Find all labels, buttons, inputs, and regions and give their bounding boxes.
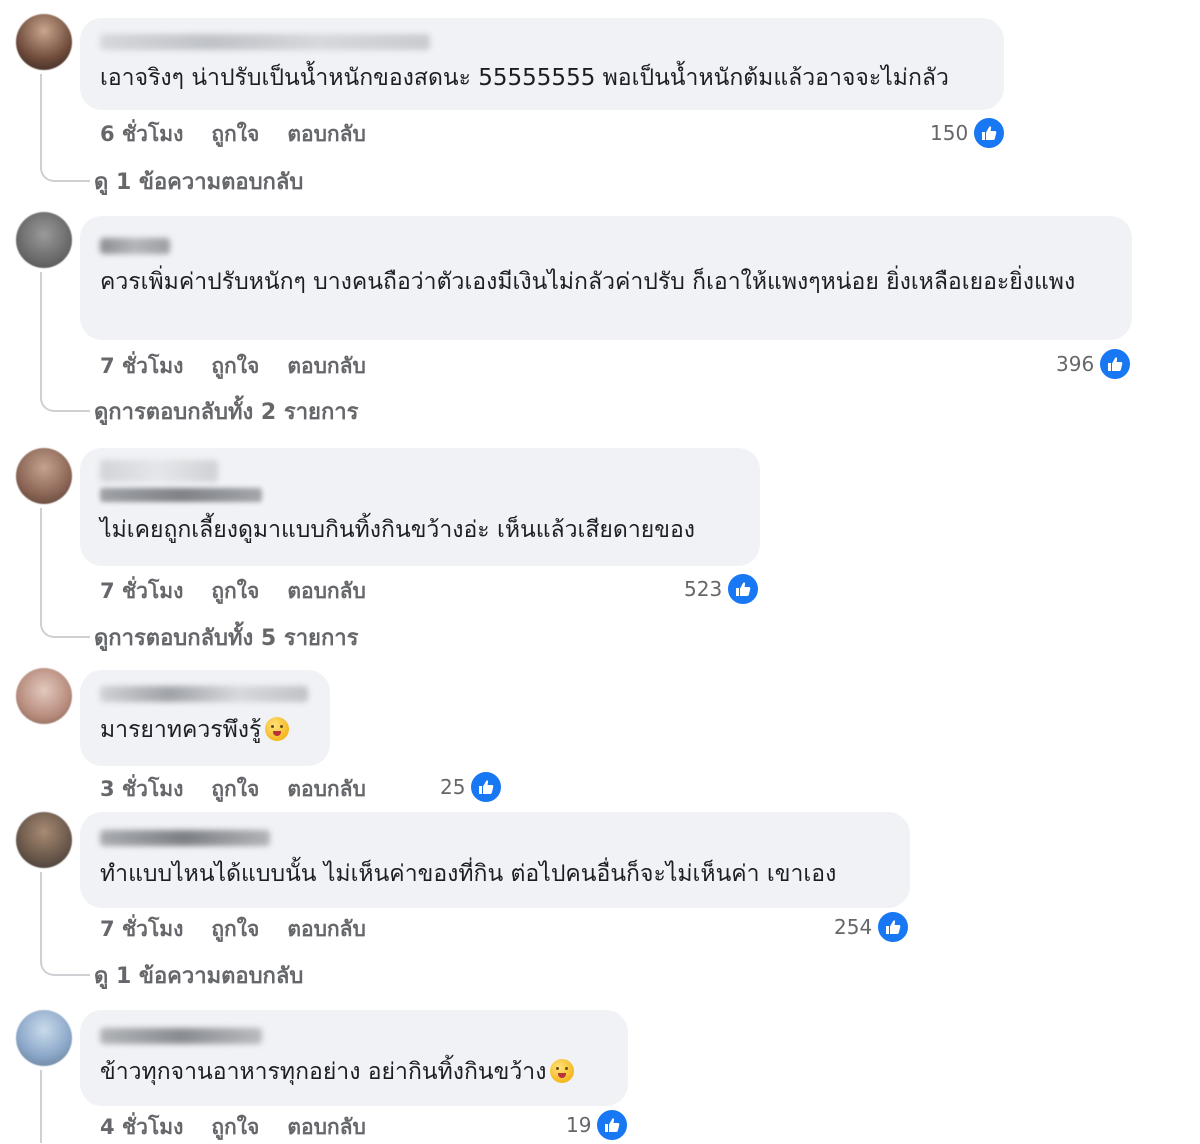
like-icon <box>469 770 504 804</box>
comment-text: ข้าวทุกจานอาหารทุกอย่าง อย่ากินทิ้งกินขว… <box>100 1054 608 1090</box>
thread-connector <box>40 622 90 638</box>
like-icon <box>726 572 761 606</box>
avatar[interactable] <box>16 448 72 504</box>
comment-text: ทำแบบไหนได้แบบนั้น ไม่เห็นค่าของที่กิน ต… <box>100 861 837 887</box>
comment-bubble: ข้าวทุกจานอาหารทุกอย่าง อย่ากินทิ้งกินขว… <box>80 1010 628 1106</box>
thread-connector <box>40 960 90 976</box>
avatar[interactable] <box>16 812 72 868</box>
timestamp-link[interactable]: 7 ชั่วโมง <box>100 575 183 608</box>
like-icon <box>595 1108 630 1142</box>
avatar[interactable] <box>16 668 72 724</box>
like-button[interactable]: ถูกใจ <box>211 773 259 806</box>
timestamp-link[interactable]: 7 ชั่วโมง <box>100 913 183 946</box>
comment-text: เอาจริงๆ น่าปรับเป็นน้ำหนักของสดนะ 55555… <box>100 65 949 91</box>
comment-bubble: มารยาทควรพึงรู้ <box>80 670 330 766</box>
author-name-redacted[interactable] <box>100 460 218 482</box>
author-name-redacted[interactable] <box>100 34 430 50</box>
author-name-redacted[interactable] <box>100 238 170 254</box>
grinning-face-emoji <box>265 717 290 741</box>
reply-button[interactable]: ตอบกลับ <box>287 913 366 946</box>
reaction-count[interactable]: 25 <box>440 770 504 804</box>
like-button[interactable]: ถูกใจ <box>211 575 259 608</box>
avatar[interactable] <box>16 212 72 268</box>
thread-line <box>40 872 42 960</box>
avatar[interactable] <box>16 1010 72 1066</box>
reaction-count[interactable]: 254 <box>834 910 911 944</box>
view-replies-link[interactable]: ดู 1 ข้อความตอบกลับ <box>94 164 303 199</box>
reply-button[interactable]: ตอบกลับ <box>287 1111 366 1144</box>
thread-line <box>40 272 42 396</box>
reaction-count-value: 19 <box>566 1113 592 1137</box>
comment-actions: 6 ชั่วโมง ถูกใจ ตอบกลับ <box>100 118 366 151</box>
comment-actions: 7 ชั่วโมง ถูกใจ ตอบกลับ <box>100 575 366 608</box>
like-icon <box>972 116 1007 150</box>
reaction-count[interactable]: 396 <box>1056 347 1133 381</box>
reaction-count[interactable]: 523 <box>684 572 761 606</box>
reaction-count-value: 523 <box>684 577 723 601</box>
reply-button[interactable]: ตอบกลับ <box>287 350 366 383</box>
author-name-redacted[interactable] <box>100 686 308 702</box>
comment-bubble: ไม่เคยถูกเลี้ยงดูมาแบบกินทิ้งกินขว้างอ่ะ… <box>80 448 760 566</box>
reaction-count-value: 150 <box>930 121 969 145</box>
timestamp-link[interactable]: 4 ชั่วโมง <box>100 1111 183 1144</box>
comment-bubble: ควรเพิ่มค่าปรับหนักๆ บางคนถือว่าตัวเองมี… <box>80 216 1132 340</box>
like-button[interactable]: ถูกใจ <box>211 1111 259 1144</box>
reply-button[interactable]: ตอบกลับ <box>287 118 366 151</box>
like-icon <box>876 910 911 944</box>
view-replies-link[interactable]: ดู 1 ข้อความตอบกลับ <box>94 958 303 993</box>
timestamp-link[interactable]: 7 ชั่วโมง <box>100 350 183 383</box>
like-button[interactable]: ถูกใจ <box>211 913 259 946</box>
reply-button[interactable]: ตอบกลับ <box>287 575 366 608</box>
thread-line <box>40 508 42 622</box>
comment-actions: 4 ชั่วโมง ถูกใจ ตอบกลับ <box>100 1111 366 1144</box>
view-replies-link[interactable]: ดูการตอบกลับทั้ง 5 รายการ <box>94 620 358 655</box>
comment-text: ควรเพิ่มค่าปรับหนักๆ บางคนถือว่าตัวเองมี… <box>100 269 1076 295</box>
like-button[interactable]: ถูกใจ <box>211 118 259 151</box>
thread-line <box>40 74 42 166</box>
comment-actions: 3 ชั่วโมง ถูกใจ ตอบกลับ <box>100 773 366 806</box>
thread-connector <box>40 396 90 412</box>
like-button[interactable]: ถูกใจ <box>211 350 259 383</box>
reaction-count-value: 396 <box>1056 352 1095 376</box>
comment-bubble: ทำแบบไหนได้แบบนั้น ไม่เห็นค่าของที่กิน ต… <box>80 812 910 908</box>
reaction-count-value: 25 <box>440 775 466 799</box>
like-icon <box>1098 347 1133 381</box>
author-name-redacted[interactable] <box>100 1028 262 1044</box>
comment-text: ไม่เคยถูกเลี้ยงดูมาแบบกินทิ้งกินขว้างอ่ะ… <box>100 517 696 543</box>
timestamp-link[interactable]: 3 ชั่วโมง <box>100 773 183 806</box>
comment-text: มารยาทควรพึงรู้ <box>100 712 310 748</box>
comment-bubble: เอาจริงๆ น่าปรับเป็นน้ำหนักของสดนะ 55555… <box>80 18 1004 110</box>
reaction-count[interactable]: 150 <box>930 116 1007 150</box>
thread-line <box>40 1070 42 1143</box>
comment-actions: 7 ชั่วโมง ถูกใจ ตอบกลับ <box>100 913 366 946</box>
comment-actions: 7 ชั่วโมง ถูกใจ ตอบกลับ <box>100 350 366 383</box>
avatar[interactable] <box>16 14 72 70</box>
grinning-face-emoji <box>550 1059 575 1083</box>
timestamp-link[interactable]: 6 ชั่วโมง <box>100 118 183 151</box>
reaction-count[interactable]: 19 <box>566 1108 630 1142</box>
thread-connector <box>40 166 90 182</box>
author-subtitle-redacted <box>100 488 262 502</box>
view-replies-link[interactable]: ดูการตอบกลับทั้ง 2 รายการ <box>94 394 358 429</box>
author-name-redacted[interactable] <box>100 830 270 846</box>
reply-button[interactable]: ตอบกลับ <box>287 773 366 806</box>
reaction-count-value: 254 <box>834 915 873 939</box>
